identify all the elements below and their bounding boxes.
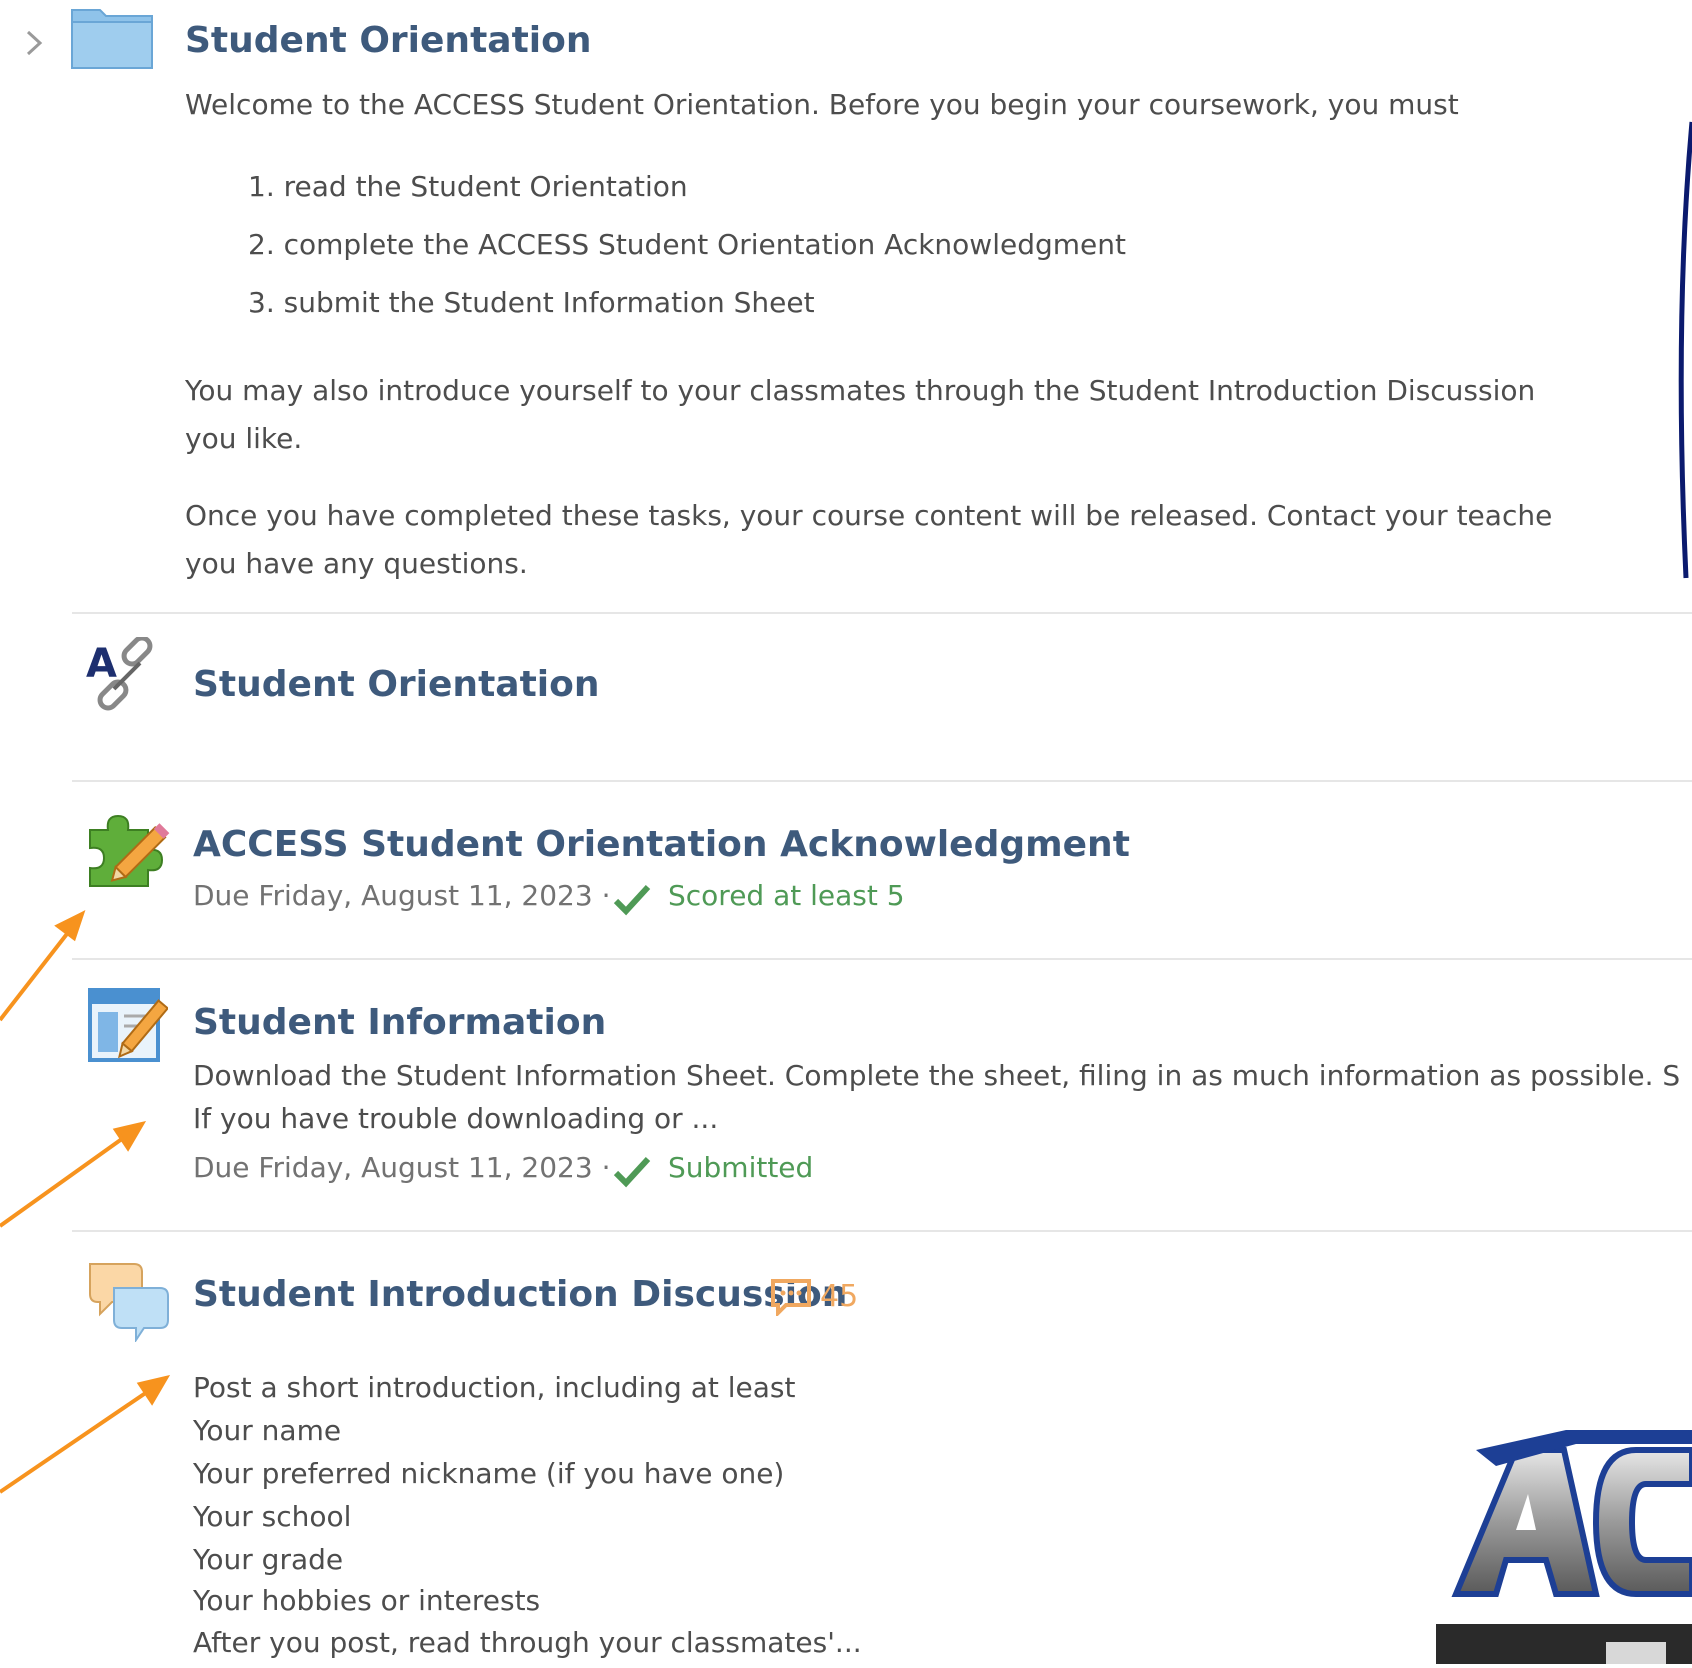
folder-step-1: 1. read the Student Orientation bbox=[248, 170, 688, 203]
folder-paragraph-2-line-2: you have any questions. bbox=[185, 547, 528, 580]
student-information-desc-line-2: If you have trouble downloading or ... bbox=[193, 1102, 719, 1135]
folder-step-3: 3. submit the Student Information Sheet bbox=[248, 286, 815, 319]
separator bbox=[72, 958, 1692, 960]
student-information-title-link[interactable]: Student Information bbox=[193, 1002, 606, 1043]
student-information-due-date: Due Friday, August 11, 2023 · bbox=[193, 1151, 611, 1184]
student-orientation-link[interactable]: Student Orientation bbox=[193, 664, 599, 705]
student-information-desc-line-1: Download the Student Information Sheet. … bbox=[193, 1059, 1681, 1092]
student-information-status: Submitted bbox=[668, 1151, 814, 1184]
folder-paragraph-1-line-2: you like. bbox=[185, 422, 303, 455]
discussion-desc-line: Your name bbox=[193, 1414, 342, 1447]
check-icon bbox=[612, 883, 652, 917]
folder-paragraph-1-line-1: You may also introduce yourself to your … bbox=[185, 374, 1536, 407]
acknowledgment-title-link[interactable]: ACCESS Student Orientation Acknowledgmen… bbox=[193, 824, 1130, 865]
acknowledgment-status: Scored at least 5 bbox=[668, 879, 905, 912]
quiz-puzzle-icon bbox=[86, 808, 170, 888]
separator bbox=[72, 612, 1692, 614]
decorative-blue-bracket bbox=[1672, 120, 1692, 580]
discussion-desc-line: Your school bbox=[193, 1500, 352, 1533]
separator bbox=[72, 780, 1692, 782]
folder-icon bbox=[70, 6, 154, 70]
chevron-right-icon[interactable] bbox=[22, 26, 46, 60]
folder-intro: Welcome to the ACCESS Student Orientatio… bbox=[185, 88, 1459, 121]
access-logo bbox=[1436, 1410, 1692, 1664]
separator bbox=[72, 1230, 1692, 1232]
svg-text:A: A bbox=[86, 641, 117, 687]
access-link-icon: A bbox=[84, 635, 168, 715]
comment-count[interactable]: 45 bbox=[820, 1279, 858, 1314]
folder-step-2: 2. complete the ACCESS Student Orientati… bbox=[248, 228, 1126, 261]
comment-icon[interactable] bbox=[770, 1278, 812, 1318]
folder-paragraph-2-line-1: Once you have completed these tasks, you… bbox=[185, 499, 1553, 532]
discussion-desc-line: Your preferred nickname (if you have one… bbox=[193, 1457, 785, 1490]
discussion-desc-line: Your hobbies or interests bbox=[193, 1584, 541, 1617]
annotation-arrows bbox=[0, 910, 171, 1494]
discussion-desc-line: Your grade bbox=[193, 1543, 344, 1576]
acknowledgment-due-date: Due Friday, August 11, 2023 · bbox=[193, 879, 611, 912]
folder-title-link[interactable]: Student Orientation bbox=[185, 20, 591, 61]
check-icon bbox=[612, 1155, 652, 1189]
discussion-desc-line: Post a short introduction, including at … bbox=[193, 1371, 796, 1404]
discussion-desc-line: After you post, read through your classm… bbox=[193, 1626, 862, 1659]
discussion-title-link[interactable]: Student Introduction Discussion bbox=[193, 1274, 847, 1315]
